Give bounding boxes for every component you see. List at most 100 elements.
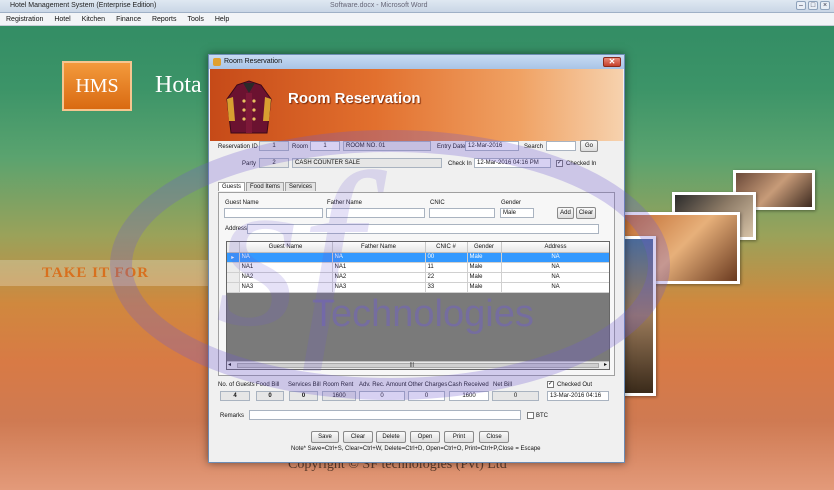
checked-out-label: Checked Out	[557, 382, 593, 388]
cell-cnic[interactable]: 33	[425, 282, 468, 293]
cell-address[interactable]: NA	[501, 282, 609, 293]
menu-registration[interactable]: Registration	[6, 13, 43, 25]
table-row[interactable]: ▸ NA NA 00 Male NA	[227, 252, 609, 263]
net-bill-field: 0	[492, 391, 539, 401]
guests-grid[interactable]: Guest Name Father Name CNIC # Gender Add…	[226, 241, 610, 370]
search-input[interactable]	[546, 141, 576, 151]
cell-cnic[interactable]: 22	[425, 272, 468, 283]
cell-address[interactable]: NA	[501, 252, 609, 263]
save-button[interactable]: Save	[311, 431, 339, 443]
table-row[interactable]: NA1 NA1 11 Male NA	[227, 262, 609, 273]
guest-name-input[interactable]	[224, 208, 323, 218]
menu-finance[interactable]: Finance	[116, 13, 141, 25]
add-guest-button[interactable]: Add	[557, 207, 574, 219]
gender-label: Gender	[501, 200, 522, 206]
adv-rec-field[interactable]: 0	[359, 391, 405, 401]
btc-checkbox[interactable]	[527, 412, 534, 419]
check-out-picker[interactable]: 13-Mar-2016 04:16	[547, 391, 609, 401]
cell-father-name[interactable]: NA2	[332, 272, 426, 283]
check-in-label: Check In	[448, 161, 472, 167]
cell-guest-name[interactable]: NA2	[239, 272, 333, 283]
remarks-label: Remarks	[220, 413, 245, 419]
cell-gender[interactable]: Male	[467, 252, 502, 263]
dialog-close-button[interactable]: ✕	[603, 57, 621, 67]
cell-gender[interactable]: Male	[467, 282, 502, 293]
room-name-field[interactable]: ROOM NO. 01	[343, 141, 431, 151]
checked-in-label: Checked In	[566, 161, 597, 167]
other-charges-field[interactable]: 0	[408, 391, 445, 401]
reservation-id-field[interactable]: 1	[259, 141, 289, 151]
delete-button[interactable]: Delete	[376, 431, 406, 443]
room-reservation-dialog: Room Reservation ✕ Room Reservation Rese…	[208, 54, 625, 463]
menu-help[interactable]: Help	[215, 13, 229, 25]
open-button[interactable]: Open	[410, 431, 440, 443]
grid-header-father-name[interactable]: Father Name	[332, 242, 426, 253]
menu-tools[interactable]: Tools	[187, 13, 203, 25]
scroll-right-icon[interactable]: ▸	[604, 361, 607, 368]
cell-guest-name[interactable]: NA3	[239, 282, 333, 293]
room-id-field[interactable]: 1	[310, 141, 340, 151]
search-label: Search	[524, 144, 544, 150]
scroll-left-icon[interactable]: ◂	[228, 361, 231, 368]
reservation-id-label: Reservation ID	[218, 144, 258, 150]
father-name-label: Father Name	[327, 200, 363, 206]
cell-guest-name[interactable]: NA1	[239, 262, 333, 273]
party-id-field[interactable]: 2	[259, 158, 289, 168]
room-rent-field: 1600	[322, 391, 356, 401]
address-input[interactable]	[247, 224, 599, 234]
close-window-button[interactable]: ×	[820, 1, 830, 10]
background-window-title: Software.docx - Microsoft Word	[330, 2, 428, 9]
tagline-strip: TAKE IT FOR	[0, 260, 210, 286]
grid-horizontal-scrollbar[interactable]: ◂ ||| ▸	[227, 361, 609, 369]
father-name-input[interactable]	[326, 208, 425, 218]
tab-services[interactable]: Services	[285, 182, 317, 191]
party-name-field[interactable]: CASH COUNTER SALE	[292, 158, 442, 168]
minimize-button[interactable]: –	[796, 1, 806, 10]
table-row[interactable]: NA3 NA3 33 Male NA	[227, 282, 609, 293]
print-button[interactable]: Print	[444, 431, 474, 443]
grid-header-guest-name[interactable]: Guest Name	[239, 242, 333, 253]
cell-father-name[interactable]: NA	[332, 252, 426, 263]
grid-header-cnic[interactable]: CNIC #	[425, 242, 468, 253]
menu-kitchen[interactable]: Kitchen	[82, 13, 105, 25]
hotel-heading: Hota	[155, 72, 202, 98]
clear-guest-button[interactable]: Clear	[576, 207, 596, 219]
cell-father-name[interactable]: NA3	[332, 282, 426, 293]
checked-in-checkbox[interactable]: ✓	[556, 160, 563, 167]
other-charges-label: Other Charges	[408, 382, 448, 388]
cell-cnic[interactable]: 00	[425, 252, 468, 263]
maximize-button[interactable]: □	[808, 1, 818, 10]
cnic-input[interactable]	[429, 208, 495, 218]
cell-gender[interactable]: Male	[467, 272, 502, 283]
entry-date-picker[interactable]: 12-Mar-2016	[465, 141, 519, 151]
checked-out-checkbox[interactable]: ✓	[547, 381, 554, 388]
go-button[interactable]: Go	[580, 140, 598, 152]
menu-hotel[interactable]: Hotel	[54, 13, 70, 25]
menu-reports[interactable]: Reports	[152, 13, 177, 25]
scroll-thumb[interactable]: |||	[237, 362, 599, 368]
tab-guests[interactable]: Guests	[218, 182, 246, 191]
clear-button[interactable]: Clear	[343, 431, 373, 443]
cell-guest-name[interactable]: NA	[239, 252, 333, 263]
grid-header-gender[interactable]: Gender	[467, 242, 502, 253]
remarks-input[interactable]	[249, 410, 521, 420]
close-button[interactable]: Close	[479, 431, 509, 443]
services-bill-label: Services Bill	[288, 382, 321, 388]
cash-received-field[interactable]: 1600	[449, 391, 489, 401]
cell-address[interactable]: NA	[501, 272, 609, 283]
cell-gender[interactable]: Male	[467, 262, 502, 273]
check-in-picker[interactable]: 12-Mar-2016 04:16 PM	[474, 158, 551, 168]
food-bill-field: 0	[256, 391, 284, 401]
detail-tabs: Guests Food Items Services	[218, 182, 317, 191]
cell-address[interactable]: NA	[501, 262, 609, 273]
hotel-photo-4	[620, 236, 656, 396]
cnic-label: CNIC	[430, 200, 445, 206]
grid-header-address[interactable]: Address	[501, 242, 609, 253]
table-row[interactable]: NA2 NA2 22 Male NA	[227, 272, 609, 283]
cell-cnic[interactable]: 11	[425, 262, 468, 273]
room-label: Room	[292, 144, 309, 150]
no-guests-field: 4	[220, 391, 250, 401]
tab-food-items[interactable]: Food Items	[246, 182, 285, 191]
gender-select[interactable]: Male	[500, 208, 534, 218]
cell-father-name[interactable]: NA1	[332, 262, 426, 273]
